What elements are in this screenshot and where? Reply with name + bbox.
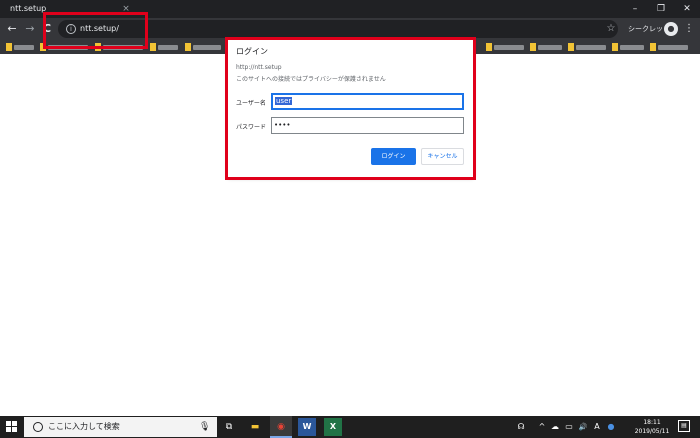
cloud-icon[interactable]: ☁ [549,417,561,437]
bookmark-item[interactable] [14,45,34,50]
bookmark-folder-icon[interactable] [150,43,156,51]
ime-icon[interactable]: A [591,417,603,437]
bookmark-folder-icon[interactable] [185,43,191,51]
bookmark-folder-icon[interactable] [650,43,656,51]
bookmark-star-icon[interactable]: ☆ [604,20,618,38]
bookmark-item[interactable] [158,45,178,50]
microphone-icon[interactable]: 🎙 [199,417,210,437]
browser-menu-icon[interactable]: ⋮ [682,20,696,38]
bookmark-item[interactable] [494,45,524,50]
people-icon[interactable]: ☊ [515,417,527,437]
bookmark-folder-icon[interactable] [530,43,536,51]
windows-start-icon[interactable] [6,421,18,433]
clock-time: 18:11 [643,419,661,426]
clock-date: 2019/05/11 [634,428,670,435]
bookmark-item[interactable] [193,45,221,50]
tray-chevron-icon[interactable]: ^ [537,417,547,437]
restore-button[interactable]: ❐ [648,0,674,18]
back-arrow-icon[interactable]: ← [3,20,21,38]
url-highlight-box [43,12,148,49]
bookmark-folder-icon[interactable] [486,43,492,51]
app-tray-icon[interactable]: ● [605,417,617,437]
search-placeholder: ここに入力して検索 [48,422,120,431]
notification-icon[interactable]: ▤ [678,420,690,432]
bookmark-folder-icon[interactable] [6,43,12,51]
bookmark-item[interactable] [620,45,644,50]
cortana-icon [33,422,43,432]
minimize-button[interactable]: – [622,0,648,18]
word-icon[interactable]: W [298,418,316,436]
bookmark-item[interactable] [576,45,606,50]
forward-arrow-icon[interactable]: → [21,20,39,38]
incognito-icon[interactable]: ● [664,22,678,36]
close-window-button[interactable]: ✕ [674,0,700,18]
bookmark-folder-icon[interactable] [612,43,618,51]
bookmark-item[interactable] [538,45,562,50]
task-view-icon[interactable]: ⧉ [220,418,238,436]
file-explorer-icon[interactable]: ▬ [246,418,264,436]
bookmark-folder-icon[interactable] [568,43,574,51]
chrome-icon[interactable]: ◉ [272,418,290,436]
dialog-highlight-box [225,37,476,180]
excel-icon[interactable]: X [324,418,342,436]
clock[interactable]: 18:11 2019/05/11 [634,417,670,437]
volume-icon[interactable]: 🔊 [577,417,589,437]
screen: ntt.setup × – ❐ ✕ ← → C i ntt.setup/ ☆ シ… [0,0,700,438]
tab-title: ntt.setup [10,4,47,13]
network-icon[interactable]: ▭ [563,417,575,437]
bookmark-item[interactable] [658,45,688,50]
